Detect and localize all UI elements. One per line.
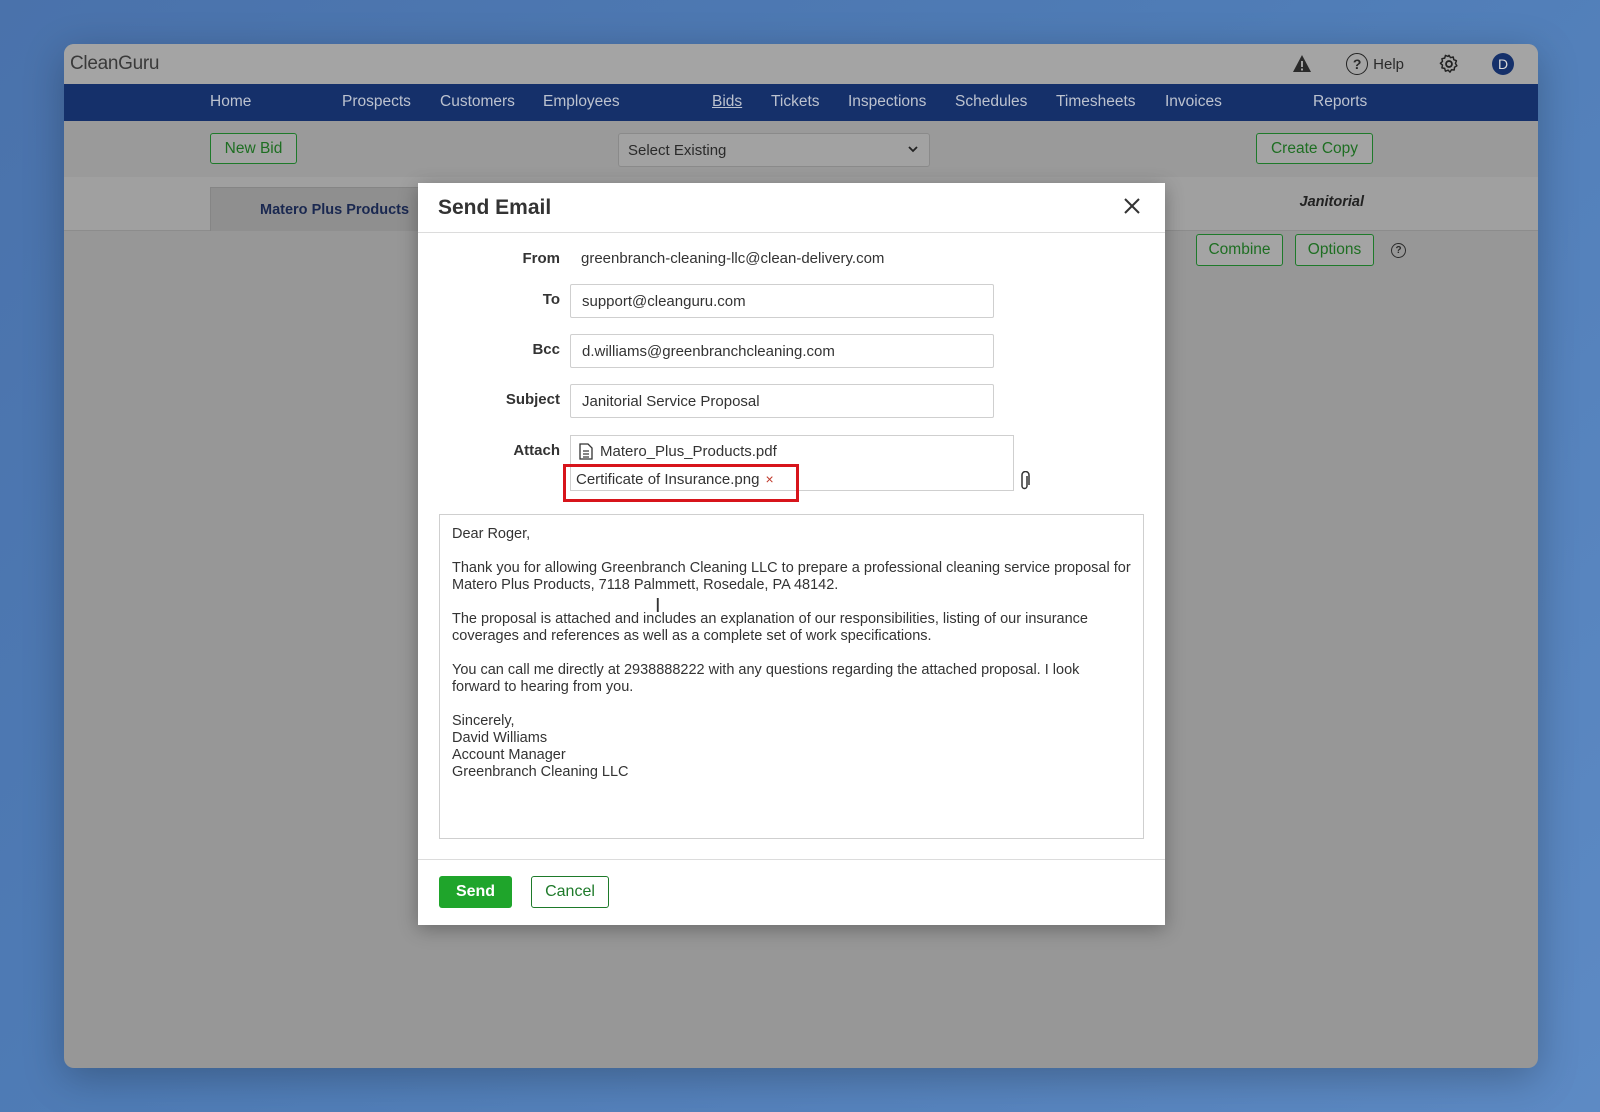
help-question-icon[interactable]: ? bbox=[1391, 243, 1406, 258]
nav-timesheets[interactable]: Timesheets bbox=[1056, 93, 1136, 111]
gear-icon[interactable] bbox=[1438, 53, 1460, 75]
nav-prospects[interactable]: Prospects bbox=[342, 93, 411, 111]
nav-employees[interactable]: Employees bbox=[543, 93, 620, 111]
bid-toolbar: New Bid Select Existing Create Copy bbox=[64, 121, 1538, 177]
create-copy-button[interactable]: Create Copy bbox=[1256, 133, 1373, 164]
select-existing-value: Select Existing bbox=[628, 141, 727, 159]
attach-label: Attach bbox=[513, 442, 560, 459]
nav-customers[interactable]: Customers bbox=[440, 93, 515, 111]
help-label: Help bbox=[1373, 55, 1404, 73]
new-bid-button[interactable]: New Bid bbox=[210, 133, 297, 164]
body-paragraph-3: You can call me directly at 2938888222 w… bbox=[452, 662, 1080, 695]
nav-tickets[interactable]: Tickets bbox=[771, 93, 820, 111]
subject-field[interactable]: Janitorial Service Proposal bbox=[570, 384, 994, 418]
nav-schedules[interactable]: Schedules bbox=[955, 93, 1027, 111]
nav-reports[interactable]: Reports bbox=[1313, 93, 1367, 111]
app-logo: CleanGuru bbox=[70, 53, 160, 74]
nav-bids[interactable]: Bids bbox=[712, 93, 742, 111]
bcc-field[interactable]: d.williams@greenbranchcleaning.com bbox=[570, 334, 994, 368]
body-signer-title: Account Manager bbox=[452, 747, 566, 763]
attachment-pdf[interactable]: Matero_Plus_Products.pdf bbox=[579, 443, 777, 460]
attachment-chip-highlighted[interactable]: Certificate of Insurance.png × bbox=[563, 464, 799, 502]
attachment-png-name: Certificate of Insurance.png bbox=[576, 471, 760, 488]
chevron-down-icon bbox=[908, 146, 918, 153]
email-body-editor[interactable]: Dear Roger, Thank you for allowing Green… bbox=[439, 514, 1144, 839]
from-value: greenbranch-cleaning-llc@clean-delivery.… bbox=[581, 250, 885, 267]
warning-icon[interactable] bbox=[1292, 54, 1312, 74]
nav-home[interactable]: Home bbox=[210, 93, 251, 111]
dialog-header: Send Email bbox=[418, 183, 1165, 233]
close-icon[interactable] bbox=[1123, 197, 1141, 215]
cancel-button[interactable]: Cancel bbox=[531, 876, 609, 908]
nav-inspections[interactable]: Inspections bbox=[848, 93, 926, 111]
body-paragraph-2: The proposal is attached and includes an… bbox=[452, 611, 1088, 644]
attachment-pdf-name: Matero_Plus_Products.pdf bbox=[600, 443, 777, 460]
body-signer-company: Greenbranch Cleaning LLC bbox=[452, 764, 629, 780]
send-button[interactable]: Send bbox=[439, 876, 512, 908]
select-existing-dropdown[interactable]: Select Existing bbox=[618, 133, 930, 167]
body-signer-name: David Williams bbox=[452, 730, 548, 746]
nav-invoices[interactable]: Invoices bbox=[1165, 93, 1222, 111]
bcc-label: Bcc bbox=[532, 341, 560, 358]
help-button[interactable]: ? Help bbox=[1346, 53, 1404, 75]
main-nav: Home Prospects Customers Employees Bids … bbox=[64, 84, 1538, 121]
file-icon bbox=[579, 443, 593, 460]
paperclip-icon[interactable] bbox=[1019, 471, 1031, 491]
avatar[interactable]: D bbox=[1492, 53, 1514, 75]
body-greeting: Dear Roger, bbox=[452, 526, 531, 542]
text-cursor-icon: I bbox=[655, 595, 661, 617]
body-paragraph-1: Thank you for allowing Greenbranch Clean… bbox=[452, 560, 1131, 593]
to-field[interactable]: support@cleanguru.com bbox=[570, 284, 994, 318]
dialog-title: Send Email bbox=[438, 196, 552, 219]
body-signoff: Sincerely, bbox=[452, 713, 515, 729]
remove-attachment-icon[interactable]: × bbox=[765, 471, 773, 487]
combine-button[interactable]: Combine bbox=[1196, 234, 1283, 266]
dialog-footer: Send Cancel bbox=[418, 859, 1165, 925]
bid-category-label: Janitorial bbox=[1299, 194, 1364, 210]
send-email-dialog: Send Email From greenbranch-cleaning-llc… bbox=[418, 183, 1165, 925]
from-label: From bbox=[522, 250, 561, 267]
help-icon: ? bbox=[1346, 53, 1369, 75]
subject-label: Subject bbox=[505, 391, 560, 408]
tab-matero-plus-products[interactable]: Matero Plus Products bbox=[210, 187, 430, 231]
top-icons: ? Help D bbox=[1292, 44, 1514, 84]
options-button[interactable]: Options bbox=[1295, 234, 1374, 266]
to-label: To bbox=[542, 291, 560, 308]
title-bar: CleanGuru ? Help D bbox=[64, 44, 1538, 84]
